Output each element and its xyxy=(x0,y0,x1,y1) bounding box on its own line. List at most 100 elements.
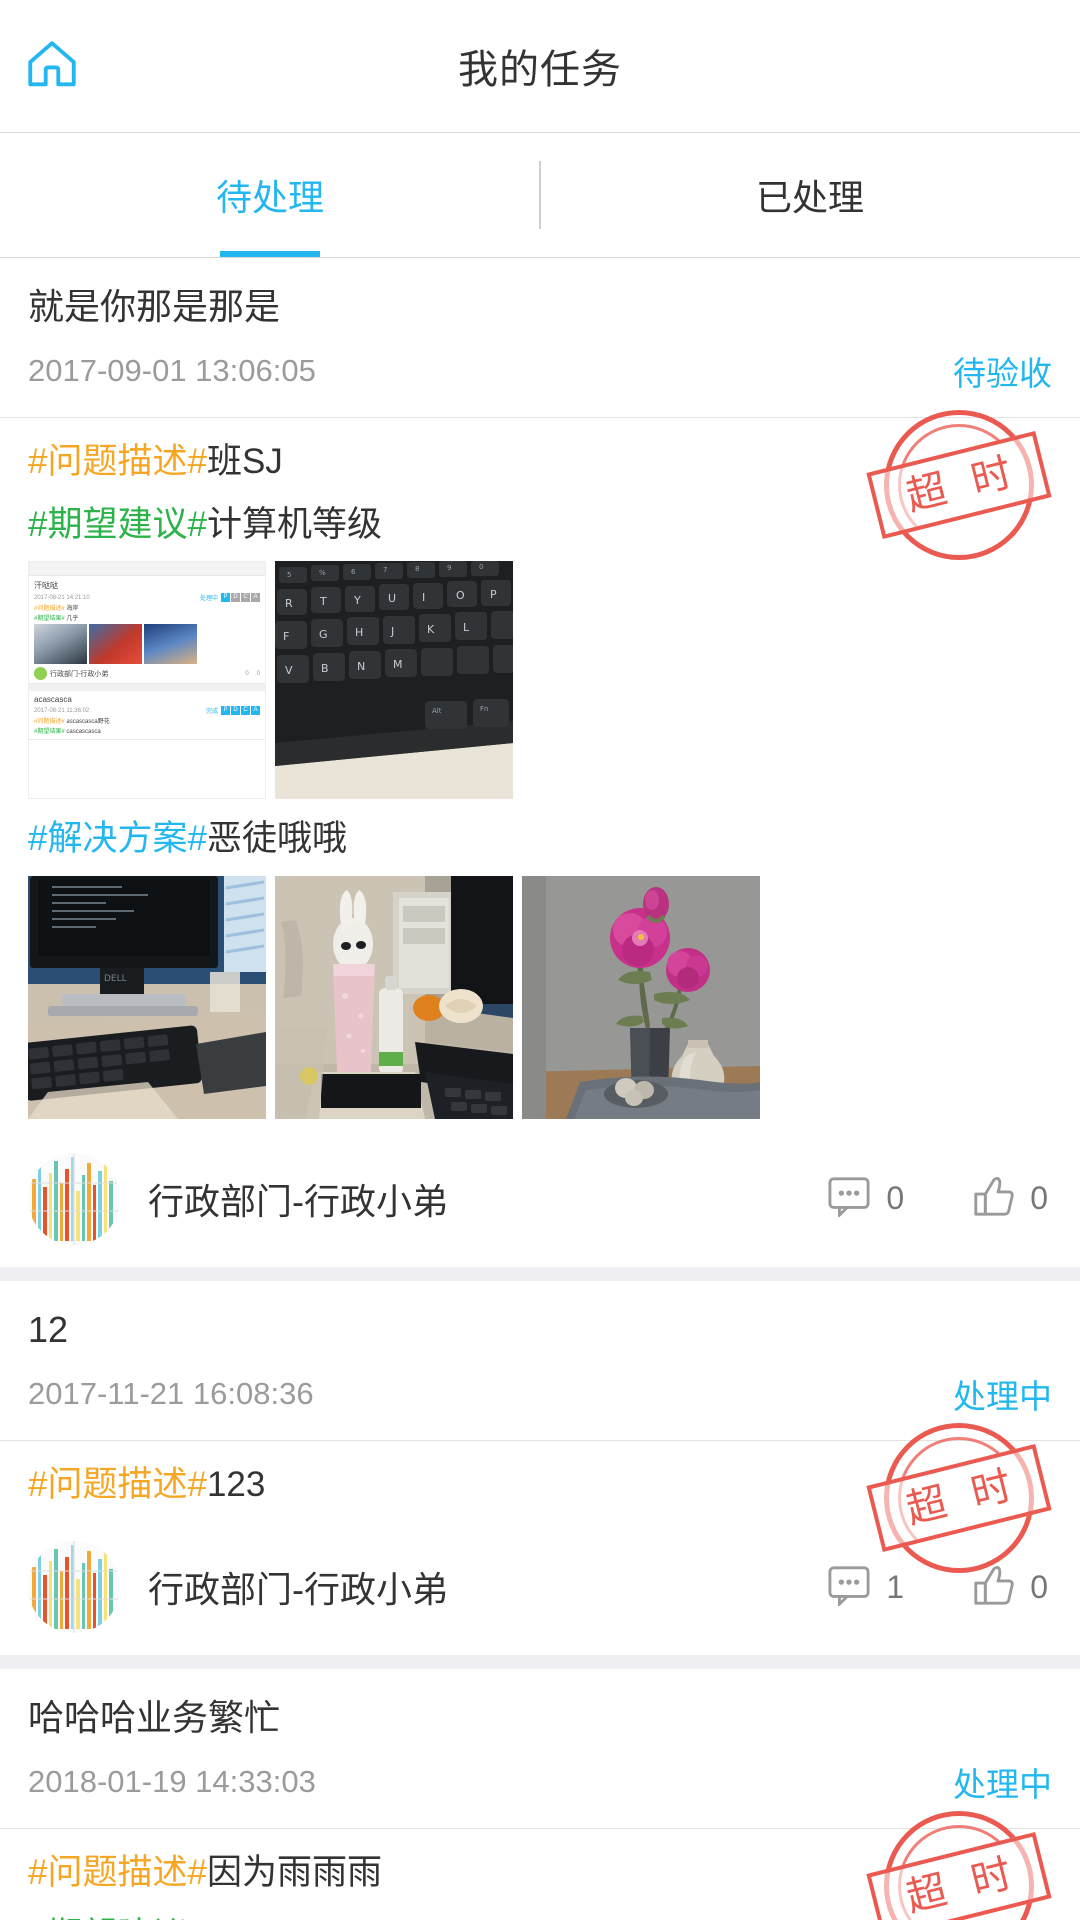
tag-value: qqqqq xyxy=(207,1916,304,1920)
nested-screenshot-thumb[interactable]: 汗哒哒 2017-08-21 14:21:10 处理中 P D C A #问题描… xyxy=(28,561,266,799)
tab-pending-label: 待处理 xyxy=(215,177,324,218)
pdca-badges: P D C A xyxy=(221,593,260,602)
tag-value: 123 xyxy=(206,1464,266,1504)
pdca-a: A xyxy=(251,706,260,715)
task-card[interactable]: 哈哈哈业务繁忙 2018-01-19 14:33:03 处理中 超 时 #问题描… xyxy=(0,1669,1080,1920)
card-date: 2017-11-21 16:08:36 xyxy=(28,1375,314,1411)
tag-key: #期望建议# xyxy=(28,1916,207,1920)
black-keyboard-photo: R T Y U I O P F G H J K L V B N M 5% 6 7 8 9 0 Alt Fn xyxy=(275,561,513,799)
card-date: 2017-09-01 13:06:05 xyxy=(28,353,316,388)
nested-author: 行政部门-行政小弟 xyxy=(50,670,109,678)
avatar xyxy=(28,1541,120,1633)
card-meta: 2017-11-21 16:08:36 处理中 xyxy=(28,1370,1052,1418)
tab-pending[interactable]: 待处理 xyxy=(0,133,540,257)
card-header: 就是你那是那是 2017-09-01 13:06:05 待验收 xyxy=(0,258,1080,418)
thumbs-up-icon xyxy=(970,1563,1016,1612)
nested-entry-status: 完成 xyxy=(205,709,218,715)
svg-text:H: H xyxy=(355,626,363,639)
nested-entry-status: 处理中 xyxy=(199,596,218,602)
page-title: 我的任务 xyxy=(458,48,622,92)
nested-entry-name: acascasca xyxy=(34,695,72,704)
nested-tag-value: cascascasca xyxy=(66,729,101,735)
card-body: 超 时 #问题描述#123 xyxy=(0,1422,1080,1573)
task-card[interactable]: 12 2017-11-21 16:08:36 处理中 超 时 #问题描述#123 xyxy=(0,1280,1080,1655)
comment-action[interactable]: 0 xyxy=(826,1175,904,1222)
tag-value: 计算机等级 xyxy=(206,504,382,544)
nested-entry-date: 2017-08-21 14:21:10 xyxy=(34,594,90,601)
status-badge: 处理中 xyxy=(953,1766,1052,1803)
tab-processed[interactable]: 已处理 xyxy=(540,133,1080,257)
nested-entry-name: 汗哒哒 xyxy=(34,581,58,590)
avatar-bars-image xyxy=(28,1152,120,1245)
card-title: 就是你那是那是 xyxy=(28,286,281,327)
status-badge: 待验收 xyxy=(953,355,1052,392)
svg-text:R: R xyxy=(285,597,293,610)
tag-line: #问题描述#班SJ xyxy=(28,436,1052,489)
comment-count: 0 xyxy=(886,1180,905,1216)
card-title: 哈哈哈业务繁忙 xyxy=(28,1697,281,1738)
svg-text:J: J xyxy=(390,625,394,638)
svg-text:B: B xyxy=(321,662,329,675)
tag-key: #问题描述# xyxy=(28,1464,207,1504)
tag-key: #问题描述# xyxy=(28,442,207,481)
photo-peonies[interactable] xyxy=(522,875,760,1119)
comment-action[interactable]: 1 xyxy=(826,1564,904,1611)
svg-text:L: L xyxy=(463,621,470,634)
tab-processed-label: 已处理 xyxy=(755,177,864,218)
svg-text:9: 9 xyxy=(447,564,451,572)
nested-likes: 0 xyxy=(256,670,260,677)
pdca-c: C xyxy=(241,706,250,715)
photo-desk-bunny[interactable] xyxy=(275,875,513,1119)
card-title: 12 xyxy=(28,1308,69,1350)
nested-tag-key: #问题描述# xyxy=(34,719,65,725)
nested-avatar xyxy=(34,667,47,680)
pdca-d: D xyxy=(231,593,240,602)
svg-text:Alt: Alt xyxy=(432,707,442,715)
svg-text:I: I xyxy=(422,591,425,604)
desk-monitor-keyboard-photo: DELL xyxy=(28,875,266,1119)
like-count: 0 xyxy=(1030,1568,1048,1605)
tag-line: #问题描述#因为雨雨雨 xyxy=(28,1847,1052,1900)
home-icon xyxy=(22,35,82,93)
svg-text:G: G xyxy=(319,628,328,641)
svg-text:5: 5 xyxy=(287,571,291,579)
card-actions: 0 0 xyxy=(826,1174,1048,1223)
pdca-c: C xyxy=(241,593,250,602)
card-body: 超 时 #问题描述#班SJ #期望建议#计算机等级 汗哒哒 2017-08-21… xyxy=(0,410,1080,1119)
nested-tag-value: ascascasca野花 xyxy=(66,719,110,725)
nested-tag-value: 海岸 xyxy=(66,606,79,612)
like-action[interactable]: 0 xyxy=(970,1563,1048,1612)
pdca-badges: P D C A xyxy=(221,706,260,715)
card-footer: 行政部门-行政小弟 0 0 xyxy=(0,1133,1080,1267)
svg-text:6: 6 xyxy=(351,568,356,576)
svg-text:DELL: DELL xyxy=(104,974,127,984)
nested-tag-value: 几乎 xyxy=(66,616,79,622)
comment-icon xyxy=(826,1564,872,1611)
svg-text:M: M xyxy=(393,658,403,671)
like-count: 0 xyxy=(1030,1180,1048,1216)
like-action[interactable]: 0 xyxy=(970,1174,1048,1223)
card-header: 12 2017-11-21 16:08:36 处理中 xyxy=(0,1281,1080,1441)
avatar xyxy=(28,1152,120,1245)
tag-value: 恶徒哦哦 xyxy=(206,819,347,858)
task-card[interactable]: 就是你那是那是 2017-09-01 13:06:05 待验收 超 时 #问题描… xyxy=(0,258,1080,1267)
author-name: 行政部门-行政小弟 xyxy=(148,1569,448,1610)
photo-keyboard[interactable]: R T Y U I O P F G H J K L V B N M 5% 6 7 8 9 0 Alt Fn xyxy=(275,561,513,799)
comment-count: 1 xyxy=(886,1568,905,1605)
avatar-bars-image xyxy=(28,1541,120,1633)
nested-thumb xyxy=(34,624,87,664)
card-header: 哈哈哈业务繁忙 2018-01-19 14:33:03 处理中 xyxy=(0,1669,1080,1829)
home-button[interactable] xyxy=(16,28,88,100)
photo-desk-monitor[interactable]: DELL xyxy=(28,875,266,1119)
card-footer: 行政部门-行政小弟 1 0 xyxy=(0,1521,1080,1655)
nested-tag-key: #期望结果# xyxy=(34,616,65,622)
svg-text:T: T xyxy=(319,595,327,608)
image-gallery: 汗哒哒 2017-08-21 14:21:10 处理中 P D C A #问题描… xyxy=(28,561,1052,799)
author-name: 行政部门-行政小弟 xyxy=(148,1180,448,1222)
svg-text:K: K xyxy=(427,623,435,636)
tag-value: 班SJ xyxy=(206,442,283,481)
card-body: 超 时 #问题描述#因为雨雨雨 #期望建议#qqqqq xyxy=(0,1811,1080,1920)
nested-entry-date: 2017-08-21 11:36:02 xyxy=(34,707,90,714)
nested-tag-key: #问题描述# xyxy=(34,606,65,612)
svg-text:0: 0 xyxy=(479,563,483,571)
